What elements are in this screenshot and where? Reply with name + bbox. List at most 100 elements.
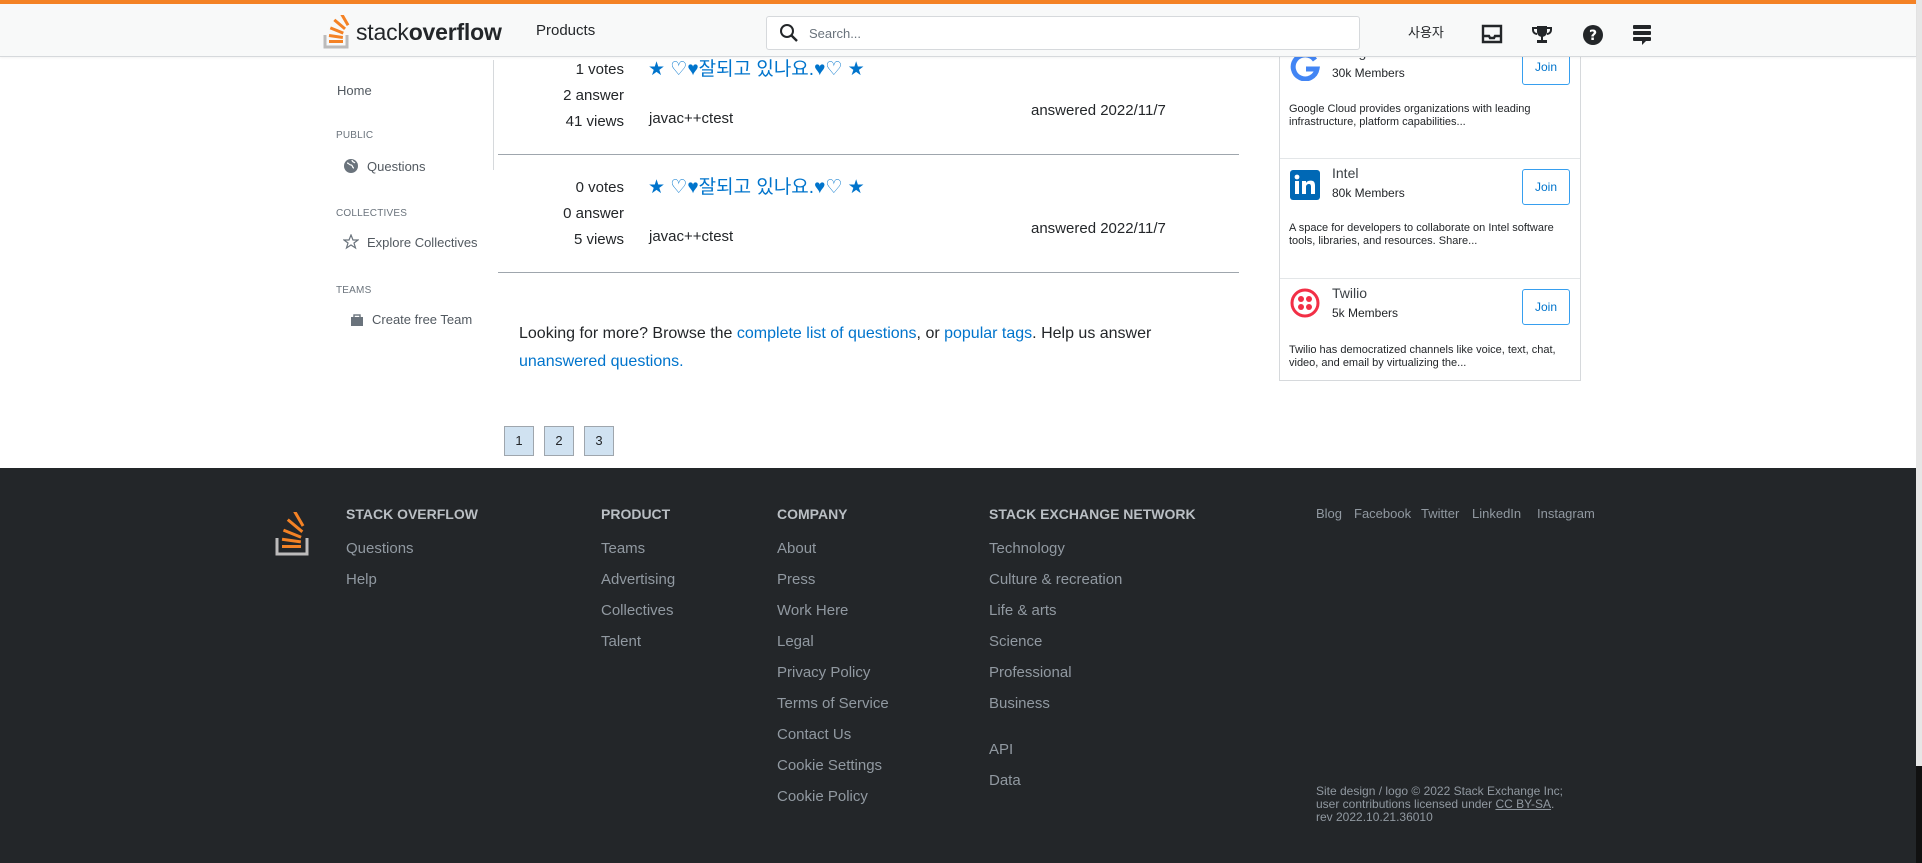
- collective-description: A space for developers to collaborate on…: [1289, 222, 1554, 247]
- sidebar-heading-collectives: COLLECTIVES: [336, 208, 408, 219]
- join-collective-button[interactable]: Join: [1522, 289, 1570, 325]
- popular-tags-link[interactable]: popular tags: [944, 325, 1032, 342]
- globe-icon: [344, 159, 358, 173]
- question-title-link[interactable]: ★ ♡♥잘되고 있나요.♥♡ ★: [648, 54, 865, 81]
- browse-more-text: Looking for more? Browse the complete li…: [519, 320, 1239, 376]
- collective-description: Twilio has democratized channels like vo…: [1289, 344, 1556, 369]
- footer-social-link[interactable]: Blog: [1316, 506, 1342, 521]
- footer-link[interactable]: Cookie Policy: [777, 788, 868, 805]
- footer-heading-network: STACK EXCHANGE NETWORK: [989, 506, 1196, 522]
- question-stats: 1 votes 2 answer 41 views: [498, 57, 624, 135]
- browse-text: , or: [916, 325, 945, 342]
- help-icon[interactable]: ?: [1582, 24, 1604, 46]
- answered-date: answered 2022/11/7: [1031, 102, 1166, 119]
- search-box[interactable]: [766, 16, 1360, 50]
- browse-text: Looking for more? Browse the: [519, 325, 737, 342]
- question-title-link[interactable]: ★ ♡♥잘되고 있나요.♥♡ ★: [648, 172, 865, 199]
- footer-social-link[interactable]: Facebook: [1354, 506, 1411, 521]
- footer-link[interactable]: Legal: [777, 633, 814, 650]
- stackoverflow-logo[interactable]: stackoverflow: [322, 14, 502, 50]
- footer-link[interactable]: Life & arts: [989, 602, 1057, 619]
- sidebar-item-questions[interactable]: Questions: [343, 158, 426, 174]
- collective-card: Twilio 5k Members Join Twilio has democr…: [1280, 279, 1580, 381]
- search-input[interactable]: [809, 25, 1329, 41]
- collective-members: 30k Members: [1332, 66, 1405, 80]
- footer-link[interactable]: Cookie Settings: [777, 757, 882, 774]
- footer-link[interactable]: Work Here: [777, 602, 848, 619]
- footer-social-link[interactable]: Twitter: [1421, 506, 1459, 521]
- footer-logo-icon[interactable]: [275, 512, 309, 556]
- user-profile-link[interactable]: 사용자: [1408, 22, 1444, 41]
- question-tag[interactable]: javac++ctest: [649, 110, 733, 127]
- star-outline-icon: [343, 234, 359, 250]
- view-count: 5 views: [573, 231, 624, 248]
- site-switcher-icon[interactable]: [1632, 24, 1652, 46]
- revision-text: rev 2022.10.21.36010: [1316, 810, 1433, 824]
- vote-count: 0 votes: [575, 179, 624, 196]
- collective-name[interactable]: Twilio: [1332, 285, 1367, 301]
- inbox-icon[interactable]: [1481, 24, 1503, 44]
- footer-link[interactable]: API: [989, 741, 1013, 758]
- license-link[interactable]: CC BY-SA: [1495, 797, 1551, 811]
- footer-link[interactable]: Terms of Service: [777, 695, 889, 712]
- footer-link[interactable]: Data: [989, 772, 1021, 789]
- sidebar-item-label: Create free Team: [372, 312, 473, 327]
- footer-link[interactable]: Culture & recreation: [989, 571, 1122, 588]
- unanswered-questions-link[interactable]: unanswered questions.: [519, 353, 684, 370]
- footer-heading-product: PRODUCT: [601, 506, 671, 522]
- sidebar-item-explore-collectives[interactable]: Explore Collectives: [343, 234, 478, 250]
- collective-members: 5k Members: [1332, 306, 1399, 320]
- footer-link[interactable]: Talent: [601, 633, 641, 650]
- browse-text: . Help us answer: [1032, 325, 1152, 342]
- footer-link[interactable]: Advertising: [601, 571, 675, 588]
- question-row: 0 votes 0 answer 5 views ★ ♡♥잘되고 있나요.♥♡ …: [498, 156, 1239, 273]
- footer-link[interactable]: Collectives: [601, 602, 674, 619]
- stackoverflow-logo-icon: [323, 15, 350, 49]
- footer-link[interactable]: Privacy Policy: [777, 664, 870, 681]
- question-stats: 0 votes 0 answer 5 views: [498, 175, 624, 253]
- page-button-2[interactable]: 2: [544, 426, 574, 456]
- all-questions-link[interactable]: complete list of questions: [737, 325, 917, 342]
- left-sidebar: [336, 60, 494, 170]
- sidebar-item-label: Questions: [367, 158, 426, 174]
- answered-date: answered 2022/11/7: [1031, 220, 1166, 237]
- footer-link[interactable]: Technology: [989, 540, 1065, 557]
- svg-text:?: ?: [1589, 28, 1597, 44]
- logo-text: stackoverflow: [356, 18, 502, 45]
- footer-social-link[interactable]: Instagram: [1537, 506, 1595, 521]
- footer-link[interactable]: Help: [346, 571, 377, 588]
- search-icon: [780, 24, 798, 42]
- footer-link[interactable]: Business: [989, 695, 1050, 712]
- scrollbar-thumb[interactable]: [1916, 766, 1922, 863]
- footer-heading-stackoverflow: STACK OVERFLOW: [346, 506, 478, 522]
- collective-card: Google Cloud 30k Members Join Google Clo…: [1280, 40, 1580, 159]
- top-bar: stackoverflow Products 사용자 ?: [0, 0, 1916, 57]
- sidebar-item-create-team[interactable]: Create free Team: [350, 312, 472, 327]
- sidebar-item-home[interactable]: Home: [337, 83, 372, 98]
- scrollbar-track[interactable]: [1916, 0, 1922, 766]
- question-tag[interactable]: javac++ctest: [649, 228, 733, 245]
- footer-link[interactable]: Press: [777, 571, 815, 588]
- footer-link[interactable]: Professional: [989, 664, 1072, 681]
- twilio-logo-icon: [1290, 288, 1320, 318]
- trophy-icon[interactable]: [1532, 24, 1552, 44]
- footer-link[interactable]: Contact Us: [777, 726, 851, 743]
- copyright-text: .: [1551, 797, 1555, 811]
- view-count: 41 views: [565, 113, 624, 130]
- footer-link[interactable]: About: [777, 540, 816, 557]
- intel-logo-icon: [1290, 170, 1320, 200]
- page-button-1[interactable]: 1: [504, 426, 534, 456]
- answer-count: 0 answer: [563, 205, 624, 222]
- products-menu[interactable]: Products: [536, 22, 595, 39]
- collective-name[interactable]: Intel: [1332, 165, 1358, 181]
- answer-count: 2 answer: [563, 87, 624, 104]
- sidebar-heading-teams: TEAMS: [336, 285, 372, 296]
- page-button-3[interactable]: 3: [584, 426, 614, 456]
- footer-link[interactable]: Teams: [601, 540, 645, 557]
- footer-link[interactable]: Questions: [346, 540, 414, 557]
- footer-social-link[interactable]: LinkedIn: [1472, 506, 1521, 521]
- join-collective-button[interactable]: Join: [1522, 169, 1570, 205]
- briefcase-icon: [351, 313, 363, 326]
- footer-link[interactable]: Science: [989, 633, 1042, 650]
- footer-heading-company: COMPANY: [777, 506, 848, 522]
